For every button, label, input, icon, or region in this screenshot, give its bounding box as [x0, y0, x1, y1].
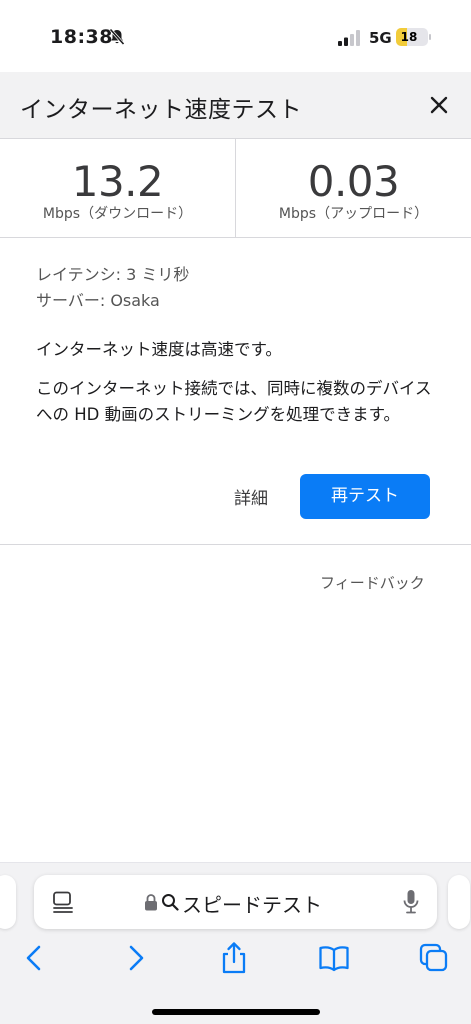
upload-result: 0.03 Mbps（アップロード）	[236, 139, 471, 237]
server-info: サーバー: Osaka	[36, 291, 160, 310]
connection-info: レイテンシ: 3 ミリ秒 サーバー: Osaka	[36, 262, 436, 314]
search-icon	[162, 894, 179, 911]
panel-header: インターネット速度テスト	[0, 72, 471, 139]
next-tab-peek[interactable]	[448, 875, 470, 929]
address-text: スピードテスト	[182, 893, 322, 917]
share-icon[interactable]	[218, 941, 250, 975]
download-speed-value: 13.2	[71, 157, 164, 206]
forward-chevron-icon[interactable]	[120, 941, 152, 975]
page-title: インターネット速度テスト	[20, 97, 302, 123]
page-menu-icon[interactable]	[52, 891, 74, 915]
back-chevron-icon[interactable]	[18, 941, 50, 975]
battery-icon: 18	[396, 28, 428, 46]
download-result: 13.2 Mbps（ダウンロード）	[0, 139, 236, 237]
lock-icon	[145, 894, 157, 911]
speed-results: 13.2 Mbps（ダウンロード） 0.03 Mbps（アップロード）	[0, 139, 471, 238]
status-time: 18:38	[50, 26, 113, 48]
bell-muted-icon	[109, 28, 125, 46]
address-bar[interactable]: スピードテスト	[34, 875, 437, 929]
microphone-icon[interactable]	[402, 889, 420, 915]
close-icon[interactable]	[426, 92, 452, 118]
speed-detail-message: このインターネット接続では、同時に複数のデバイスへの HD 動画のストリーミング…	[36, 379, 432, 424]
previous-tab-peek[interactable]	[0, 875, 16, 929]
latency-info: レイテンシ: 3 ミリ秒	[36, 265, 190, 284]
upload-speed-value: 0.03	[307, 157, 400, 206]
cellular-signal-icon	[338, 30, 360, 46]
home-indicator	[152, 1009, 320, 1015]
bookmarks-book-icon[interactable]	[318, 941, 350, 975]
retest-button[interactable]: 再テスト	[300, 474, 430, 519]
tabs-overview-icon[interactable]	[418, 941, 450, 975]
network-type: 5G	[369, 29, 392, 47]
battery-cap	[429, 34, 431, 40]
divider	[0, 544, 471, 545]
screen: 18:38 5G 18 インターネット速度テスト 13.2 Mbps（ダウンロー…	[0, 0, 471, 1024]
battery-level: 18	[400, 30, 418, 44]
browser-toolbar: スピードテスト	[0, 862, 471, 1024]
download-speed-unit: Mbps（ダウンロード）	[42, 206, 193, 222]
upload-speed-unit: Mbps（アップロード）	[278, 206, 429, 222]
status-bar: 18:38 5G 18	[0, 0, 471, 72]
details-link[interactable]: 詳細	[234, 484, 268, 509]
speed-status-message: インターネット速度は高速です。	[36, 340, 282, 359]
feedback-link[interactable]: フィードバック	[320, 572, 425, 593]
